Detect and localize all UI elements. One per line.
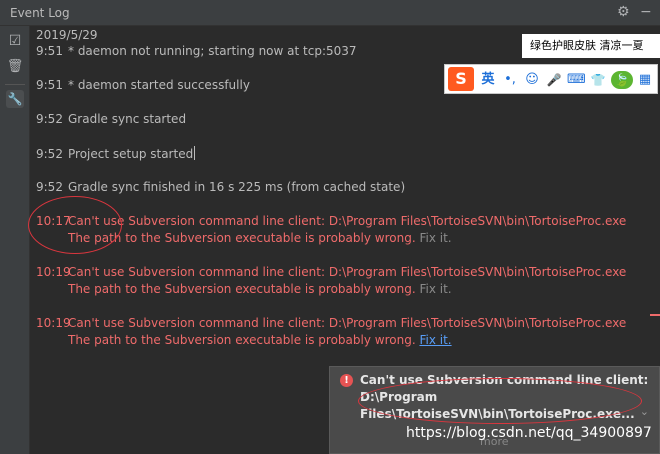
wrench-icon[interactable]: 🔧 [6, 90, 24, 108]
sogou-logo-icon[interactable]: S [448, 67, 474, 91]
log-time: 9:52 [36, 112, 63, 126]
ime-toolbar: S 英 •, ☺ 🎤 ⌨ 👕 👤 🍃 ▦ [444, 64, 658, 94]
log-message: Gradle sync started [68, 112, 187, 126]
mark-all-read-icon[interactable]: ☑ [6, 32, 24, 50]
annotation-circle [358, 378, 642, 424]
log-time: 9:51 [36, 78, 63, 92]
log-time: 9:52 [36, 180, 63, 194]
log-entry-error: 10:17Can't use Subversion command line c… [36, 214, 626, 228]
punctuation-icon[interactable]: •, [501, 71, 519, 89]
error-stripe-mark [650, 314, 660, 316]
keyboard-icon[interactable]: ⌨ [567, 71, 586, 89]
fix-it-link[interactable]: Fix it. [419, 333, 451, 347]
fix-it-link[interactable]: Fix it. [419, 231, 451, 245]
log-entry: 9:52 Project setup started [36, 146, 196, 161]
trash-icon[interactable]: 🗑 [6, 58, 24, 76]
error-icon: ! [340, 374, 353, 387]
log-message: Gradle sync finished in 16 s 225 ms (fro… [68, 180, 406, 194]
emoji-icon[interactable]: ☺ [523, 71, 541, 89]
chevron-down-icon[interactable]: ⌄ [640, 405, 649, 418]
log-time: 10:19 [36, 265, 71, 279]
gear-icon[interactable]: ⚙ [617, 5, 630, 19]
log-message: Can't use Subversion command line client… [68, 316, 627, 330]
log-entry-error: 10:19Can't use Subversion command line c… [36, 265, 626, 279]
log-message: * daemon started successfully [68, 78, 250, 92]
log-entry: 9:51 * daemon not running; starting now a… [36, 44, 357, 58]
log-message: Can't use Subversion command line client… [68, 214, 627, 228]
fix-it-link[interactable]: Fix it. [419, 282, 451, 296]
log-entry-error: 10:19Can't use Subversion command line c… [36, 316, 626, 330]
log-detail: The path to the Subversion executable is… [68, 333, 452, 347]
ime-skin-tooltip: 绿色护眼皮肤 清凉一夏 [522, 34, 660, 58]
watermark-text: https://blog.csdn.net/qq_34900897 [406, 425, 652, 441]
ime-language-toggle[interactable]: 英 [479, 71, 497, 89]
text-cursor [194, 146, 196, 160]
log-date: 2019/5/29 [36, 28, 98, 42]
log-entry: 9:52 Gradle sync finished in 16 s 225 ms … [36, 180, 405, 194]
log-message: * daemon not running; starting now at tc… [68, 44, 357, 58]
log-detail-text: The path to the Subversion executable is… [68, 282, 416, 296]
skin-icon[interactable]: 👕 [589, 71, 607, 89]
log-message: Project setup started [68, 147, 194, 161]
log-detail: The path to the Subversion executable is… [68, 282, 452, 296]
microphone-icon[interactable]: 🎤 [545, 71, 563, 89]
log-time: 9:51 [36, 44, 63, 58]
log-time: 10:19 [36, 316, 71, 330]
toolbar-divider [5, 84, 25, 85]
log-time: 9:52 [36, 147, 63, 161]
log-message: Can't use Subversion command line client… [68, 265, 627, 279]
log-detail-text: The path to the Subversion executable is… [68, 231, 416, 245]
leaf-icon[interactable]: 🍃 [611, 71, 633, 89]
log-entry: 9:51 * daemon started successfully [36, 78, 250, 92]
tool-window-title: Event Log [10, 6, 70, 20]
tool-window-header: Event Log ⚙ − [0, 0, 660, 26]
log-entry: 9:52 Gradle sync started [36, 112, 186, 126]
log-detail-text: The path to the Subversion executable is… [68, 333, 416, 347]
annotation-circle [28, 196, 122, 254]
toolbox-grid-icon[interactable]: ▦ [636, 71, 654, 89]
log-detail: The path to the Subversion executable is… [68, 231, 452, 245]
tool-window-toolbar: ☑ 🗑 🔧 [0, 26, 30, 454]
minimize-icon[interactable]: − [640, 5, 652, 19]
